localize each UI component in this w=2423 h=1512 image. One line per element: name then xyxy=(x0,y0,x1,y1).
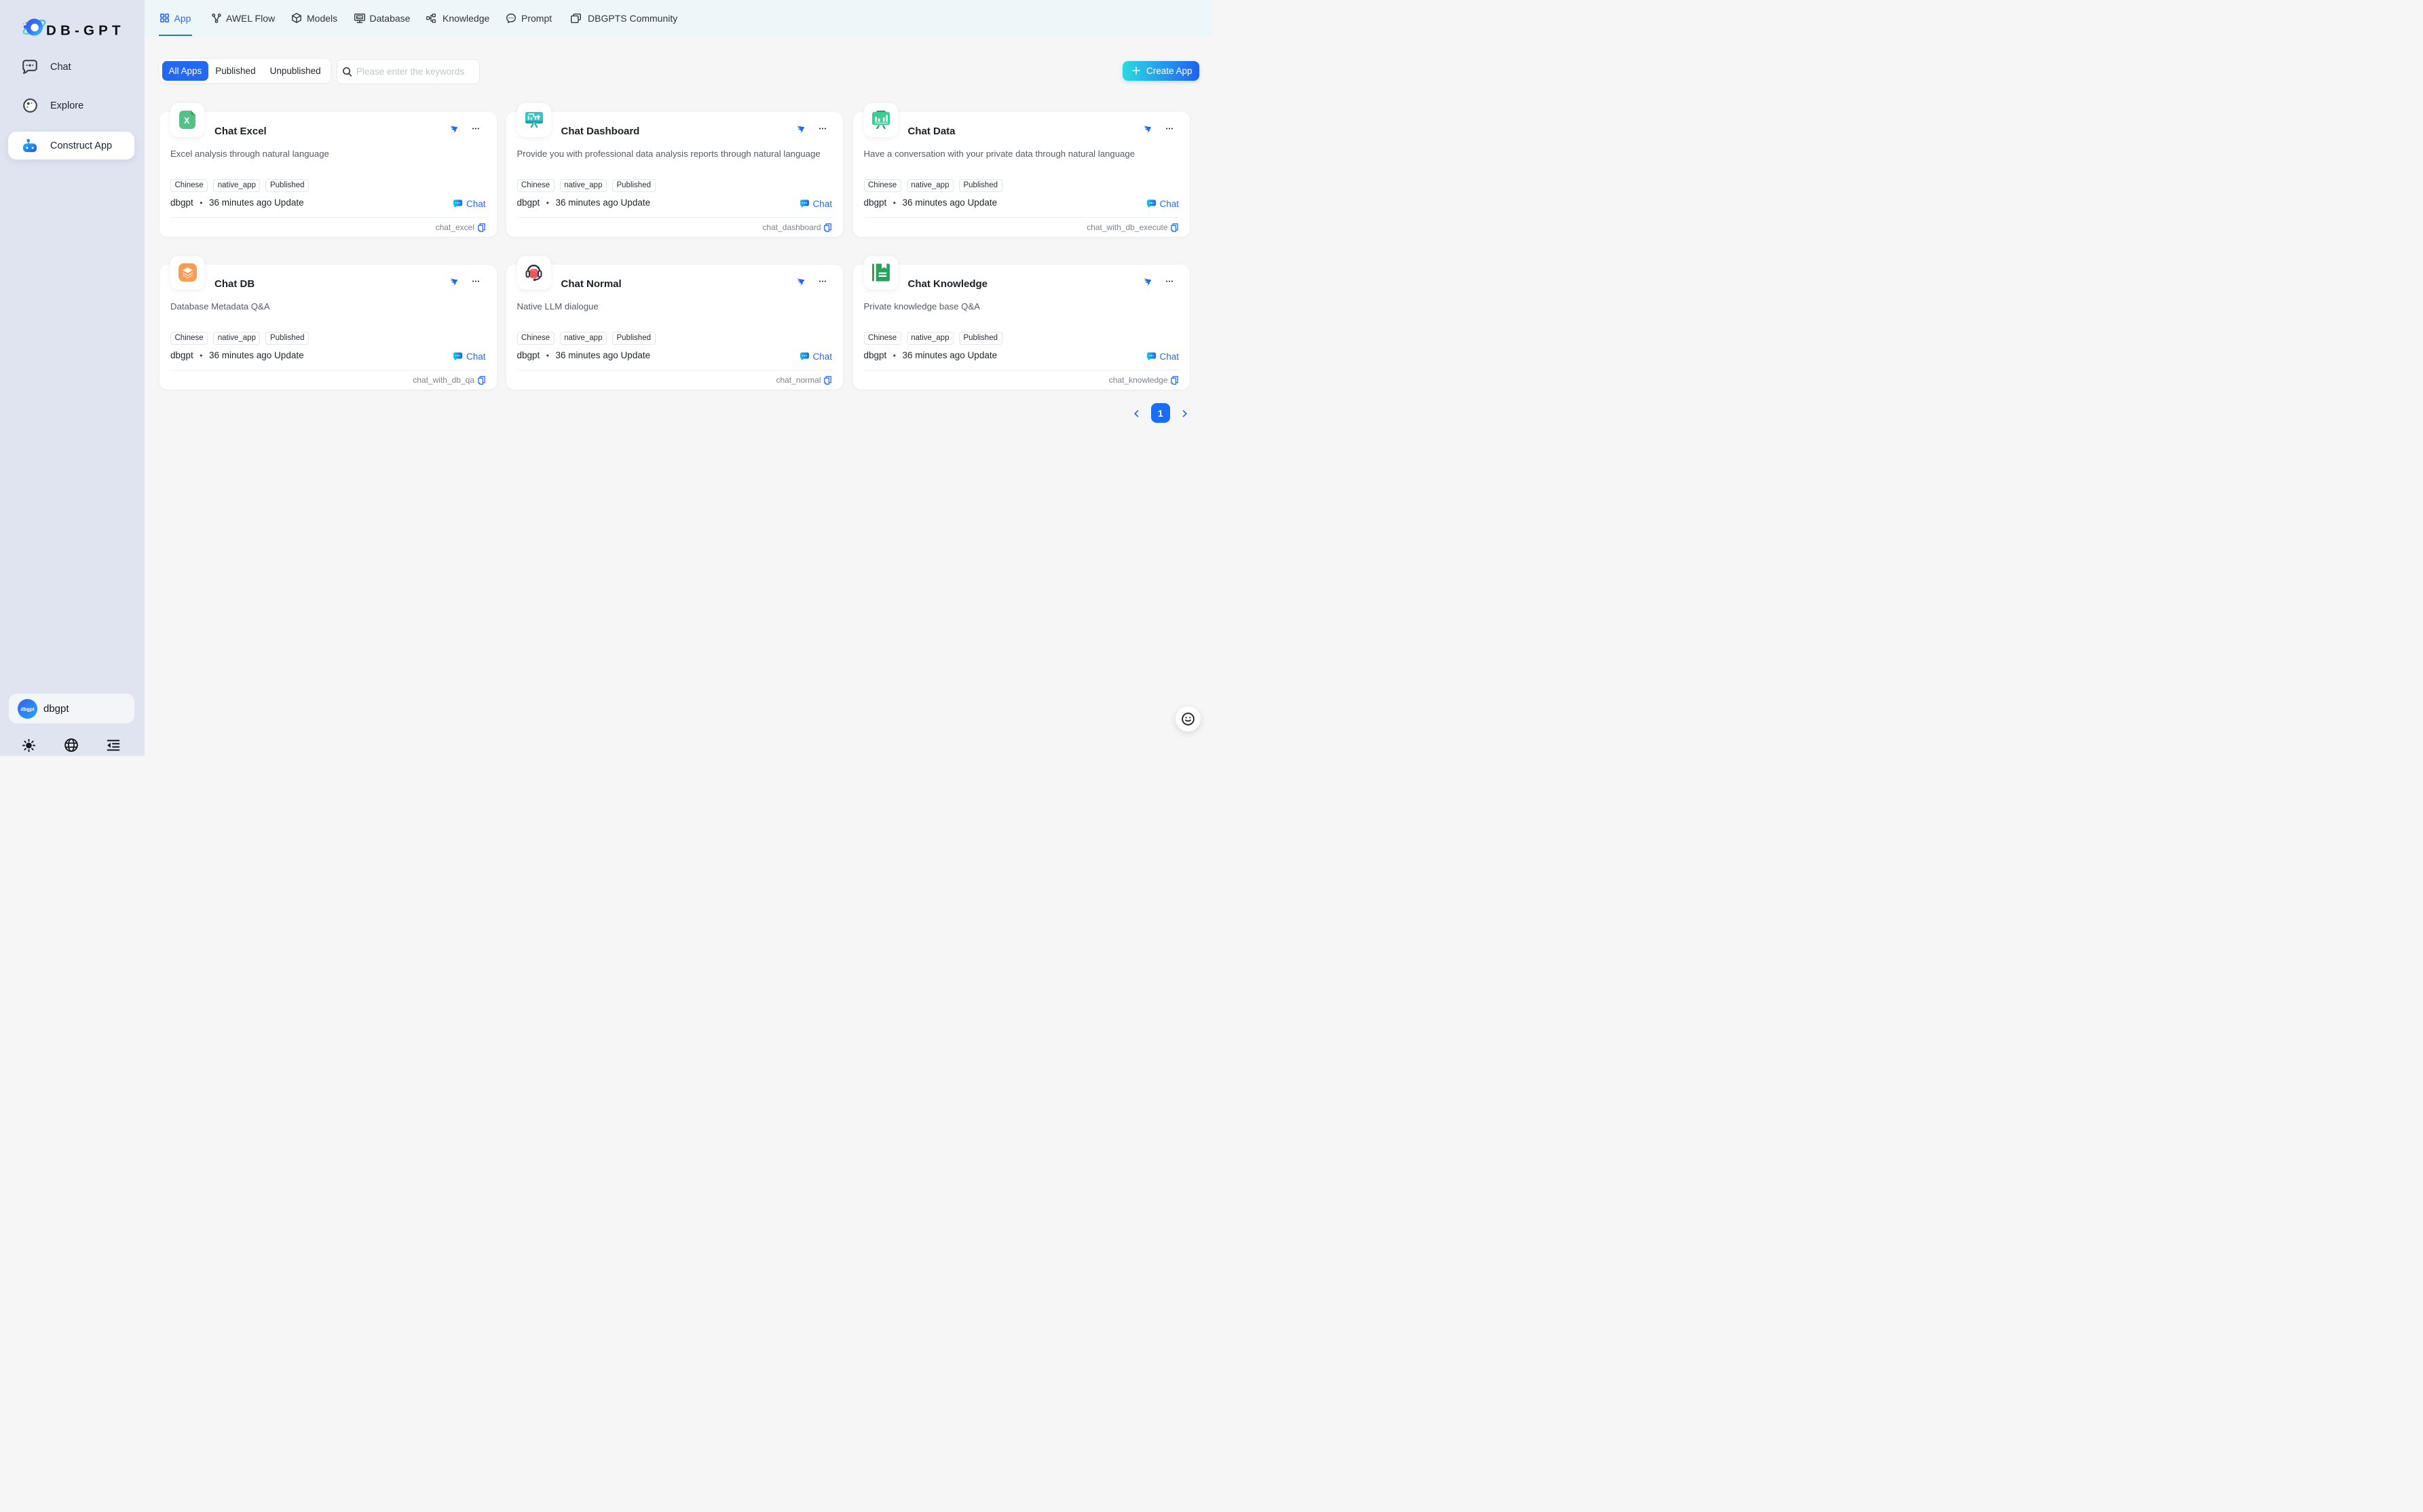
svg-text:SQL: SQL xyxy=(357,16,363,19)
svg-text:dbgpt: dbgpt xyxy=(20,706,35,712)
svg-text:X: X xyxy=(184,116,190,126)
svg-text:DB-GPT: DB-GPT xyxy=(46,23,125,39)
